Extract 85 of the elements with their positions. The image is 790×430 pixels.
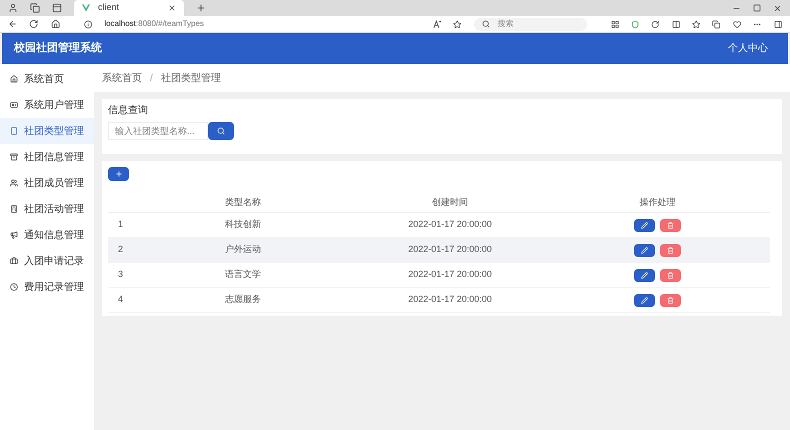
browser-tab[interactable]: client <box>74 0 184 16</box>
sidebar-item[interactable]: 社团成员管理 <box>0 170 94 196</box>
profile-icon[interactable] <box>8 3 18 13</box>
search-field[interactable]: 输入社团类型名称... <box>108 122 208 140</box>
grid-icon[interactable] <box>610 20 619 28</box>
home-icon[interactable] <box>50 19 60 29</box>
add-button[interactable] <box>108 167 129 181</box>
app-title: 校园社团管理系统 <box>14 40 102 56</box>
pencil-icon <box>641 296 648 304</box>
table-cell-text: 志愿服务 <box>225 293 261 306</box>
sidebar-item[interactable]: 费用记录管理 <box>0 274 94 300</box>
table-cell-text: 3 <box>117 268 124 282</box>
id-card-icon <box>10 101 18 109</box>
address-bar[interactable]: localhost:8080/#/teamTypes <box>104 18 421 30</box>
plus-icon <box>114 170 122 178</box>
sidebar-icon[interactable] <box>774 20 782 28</box>
pencil-icon <box>641 246 648 254</box>
delete-button[interactable] <box>660 294 681 306</box>
table-cell-text: 科技创新 <box>225 218 261 232</box>
search-icon <box>482 20 490 28</box>
table-cell-text: 语言文学 <box>225 268 261 282</box>
home-icon <box>10 75 18 83</box>
collections-icon[interactable] <box>712 20 721 28</box>
shield-icon[interactable] <box>630 20 640 28</box>
close-icon[interactable] <box>773 4 782 12</box>
archive-icon <box>10 153 18 161</box>
search-button[interactable] <box>208 122 234 140</box>
sidebar-item[interactable]: 社团类型管理 <box>0 118 94 144</box>
edit-button[interactable] <box>634 268 655 282</box>
trash-icon <box>667 222 674 228</box>
users-icon <box>10 179 18 187</box>
tab-actions-icon[interactable] <box>52 3 62 13</box>
user-menu[interactable]: 个人中心 <box>728 41 768 56</box>
sidebar-item[interactable]: 入团申请记录 <box>0 248 94 274</box>
workspaces-icon[interactable] <box>30 3 40 13</box>
table-cell-text: 2 <box>117 243 124 256</box>
table-cell-text: 2022-01-17 20:00:00 <box>408 268 492 282</box>
calculator-icon <box>10 205 18 213</box>
refresh-extension-icon[interactable] <box>651 20 660 28</box>
table-cell-text: 1 <box>117 218 124 232</box>
column-header: 创建时间 <box>432 196 468 209</box>
sidebar-item[interactable]: 社团活动管理 <box>0 196 94 222</box>
breadcrumb-link[interactable]: 社团类型管理 <box>160 70 221 86</box>
column-header: 类型名称 <box>225 196 261 209</box>
sidebar-item[interactable]: 系统用户管理 <box>0 92 94 118</box>
reload-icon[interactable] <box>29 19 39 29</box>
tablet-icon <box>10 127 18 135</box>
query-title: 信息查询 <box>108 104 149 118</box>
megaphone-icon <box>10 231 18 239</box>
edit-button[interactable] <box>634 218 655 232</box>
edit-button[interactable] <box>634 294 655 306</box>
table-cell-text: 2022-01-17 20:00:00 <box>408 293 492 306</box>
briefcase-icon <box>10 257 18 265</box>
trash-icon <box>667 272 674 278</box>
table-cell-text: 2022-01-17 20:00:00 <box>408 218 492 232</box>
info-icon <box>84 20 92 28</box>
sidebar-item[interactable]: 系统首页 <box>0 66 94 92</box>
close-icon[interactable] <box>168 4 176 12</box>
table-cell-text: 4 <box>117 293 124 306</box>
delete-button[interactable] <box>660 218 681 232</box>
back-icon[interactable] <box>8 19 18 29</box>
delete-button[interactable] <box>660 268 681 282</box>
new-tab-icon[interactable] <box>196 3 206 13</box>
breadcrumb-separator: / <box>150 72 153 86</box>
trash-icon <box>667 246 674 254</box>
split-view-icon[interactable] <box>672 20 680 28</box>
trash-icon <box>667 296 674 304</box>
vue-logo-icon <box>82 4 90 12</box>
column-header: 操作处理 <box>640 196 676 209</box>
delete-button[interactable] <box>660 244 681 256</box>
table-cell-text: 2022-01-17 20:00:00 <box>408 243 492 256</box>
pencil-icon <box>641 272 648 278</box>
sidebar-item[interactable]: 通知信息管理 <box>0 222 94 248</box>
edit-button[interactable] <box>634 244 655 256</box>
sidebar-item[interactable]: 社团信息管理 <box>0 144 94 170</box>
favorite-icon[interactable] <box>453 20 462 28</box>
breadcrumb-link[interactable]: 系统首页 <box>102 70 142 86</box>
pencil-icon <box>641 222 648 228</box>
read-aloud-icon[interactable] <box>432 20 442 28</box>
favorites-icon[interactable] <box>692 20 700 28</box>
heart-icon[interactable] <box>732 20 742 28</box>
restore-icon[interactable] <box>753 4 761 12</box>
table-cell-text: 户外运动 <box>225 243 261 256</box>
clock-icon <box>10 283 18 291</box>
search-icon <box>217 127 225 135</box>
